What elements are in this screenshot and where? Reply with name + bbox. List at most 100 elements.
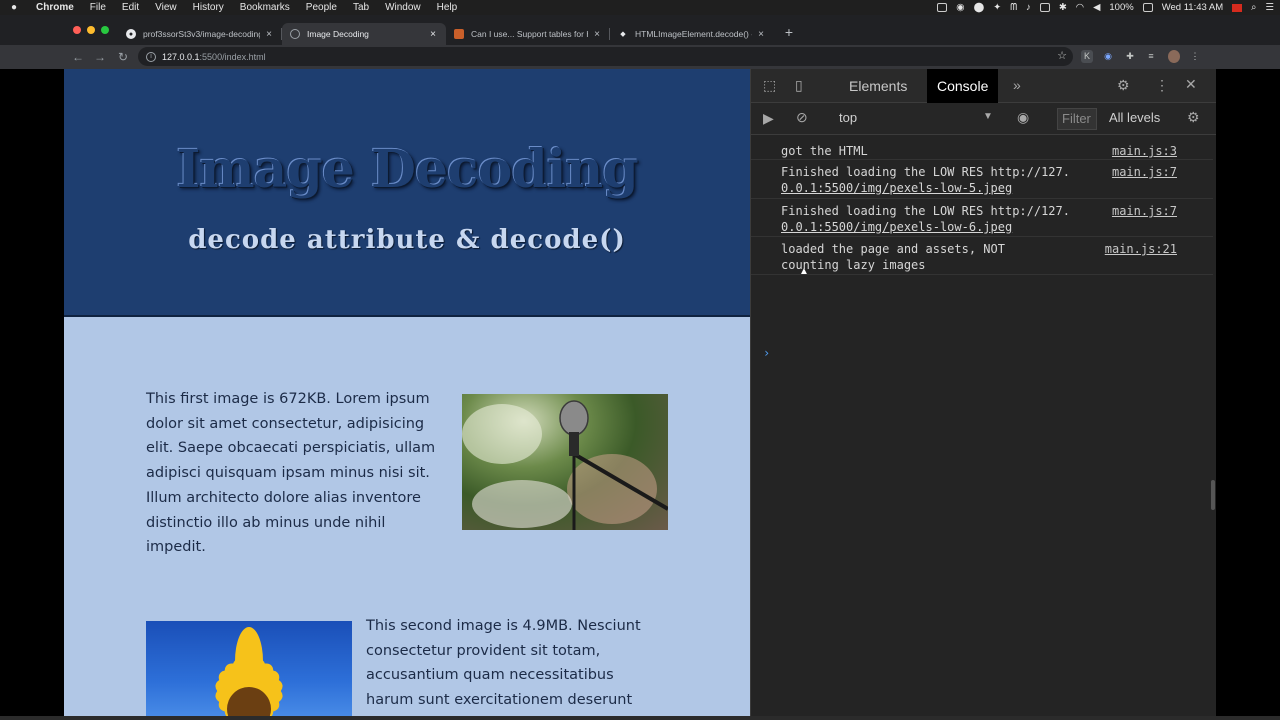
battery-percent[interactable]: 100% (1109, 2, 1133, 13)
console-message-text: got the HTML (781, 144, 868, 158)
music-icon[interactable]: ♪ (1026, 2, 1031, 13)
menu-people[interactable]: People (298, 2, 345, 13)
volume-icon[interactable]: ◀ (1093, 2, 1100, 13)
forward-icon[interactable]: → (92, 48, 108, 66)
paragraph-line: adipisci quisquam ipsam minus nisi sit. (146, 465, 430, 482)
microphone-illustration (462, 400, 668, 530)
settings-gear-icon[interactable]: ⚙ (1117, 77, 1130, 94)
close-icon[interactable]: ✕ (1185, 76, 1197, 93)
screen: ● Chrome File Edit View History Bookmark… (0, 0, 1280, 720)
console-message-text[interactable]: Finished loading the LOW RES http://127. (781, 164, 1070, 180)
console-message: got the HTML main.js:3 (751, 139, 1213, 160)
address-bar[interactable]: i 127.0.0.1:5500/index.html ☆ (138, 47, 1073, 66)
console-message: Finished loading the LOW RES http://127.… (751, 160, 1213, 199)
paw-icon[interactable]: ✦ (993, 2, 1001, 13)
console-message-text[interactable]: 0.0.1:5500/img/pexels-low-6.jpeg (781, 219, 1012, 235)
tab-close-icon[interactable]: × (428, 29, 438, 40)
tab-elements[interactable]: Elements (839, 69, 917, 103)
menu-edit[interactable]: Edit (114, 2, 147, 13)
menu-view[interactable]: View (147, 2, 185, 13)
tab-close-icon[interactable]: × (592, 29, 602, 40)
chevron-down-icon[interactable]: ▼ (983, 111, 993, 122)
menu-window[interactable]: Window (377, 2, 429, 13)
extension-blue-icon[interactable]: ◉ (1102, 50, 1114, 63)
menu-status-area: ◉ ⬤ ✦ ᗰ ♪ ✱ ◠ ◀ 100% Wed 11:43 AM ⌕ ☰ (928, 0, 1280, 15)
paragraph-line: This second image is 4.9MB. Nesciunt (366, 618, 641, 634)
tab-title: Can I use... Support tables for HTML5 (471, 29, 588, 39)
console-settings-icon[interactable]: ⚙ (1183, 109, 1200, 126)
extension-k-icon[interactable]: K (1081, 50, 1093, 63)
window-minimize-button[interactable] (87, 26, 95, 34)
malwarebytes-icon[interactable]: ᗰ (1010, 2, 1017, 13)
console-message: Finished loading the LOW RES http://127.… (751, 199, 1213, 237)
paragraph-line: distinctio illo ab minus unde nihil (146, 514, 386, 531)
extensions-puzzle-icon[interactable]: ✚ (1124, 50, 1136, 63)
globe-icon (290, 29, 300, 39)
shield-icon[interactable]: ◉ (956, 2, 964, 13)
playlist-icon[interactable]: ≡ (1145, 50, 1157, 63)
inspect-element-icon[interactable]: ⬚ (763, 77, 776, 94)
menu-file[interactable]: File (82, 2, 114, 13)
tab-github[interactable]: ● prof3ssorSt3v3/image-decoding × (118, 23, 282, 45)
notification-center-icon[interactable]: ☰ (1265, 2, 1274, 13)
clock[interactable]: Wed 11:43 AM (1162, 2, 1223, 13)
new-tab-button[interactable]: + (782, 23, 796, 41)
tab-close-icon[interactable]: × (756, 29, 766, 40)
console-message-text[interactable]: Finished loading the LOW RES http://127. (781, 203, 1070, 219)
console-scrollbar[interactable] (1211, 480, 1215, 510)
device-toolbar-icon[interactable]: ▯ (795, 77, 803, 94)
menu-tab[interactable]: Tab (345, 2, 377, 13)
tab-close-icon[interactable]: × (264, 29, 274, 40)
window-zoom-button[interactable] (101, 26, 109, 34)
tab-image-decoding[interactable]: Image Decoding × (282, 23, 446, 45)
page-viewport: Image Decoding decode attribute & decode… (64, 69, 750, 716)
more-tabs-icon[interactable]: » (1013, 77, 1021, 93)
airplay-icon[interactable] (1039, 3, 1050, 12)
filter-input[interactable]: Filter (1057, 108, 1097, 130)
location-icon[interactable]: ⬤ (974, 2, 985, 13)
console-prompt-chevron-icon[interactable]: › (763, 346, 770, 360)
bookmark-star-icon[interactable]: ☆ (1057, 49, 1067, 62)
paragraph-line: consectetur provident sit totam, (366, 642, 601, 659)
reload-icon[interactable]: ↻ (115, 48, 131, 66)
apple-icon[interactable]: ● (0, 2, 28, 13)
paragraph-line: impedit. (146, 539, 206, 556)
screen-record-icon[interactable] (937, 3, 948, 12)
battery-icon[interactable] (1142, 3, 1153, 12)
paragraph-line: This first image is 672KB. Lorem ipsum (146, 391, 430, 407)
console-source-link[interactable]: main.js:21 (1100, 241, 1177, 257)
menu-help[interactable]: Help (429, 2, 466, 13)
context-selector[interactable]: top (839, 110, 857, 125)
profile-avatar[interactable] (1168, 50, 1180, 63)
sidebar-toggle-icon[interactable]: ▶ (763, 110, 774, 127)
menu-bookmarks[interactable]: Bookmarks (232, 2, 298, 13)
eye-icon[interactable]: ◉ (1017, 109, 1029, 126)
input-source-flag-icon[interactable] (1232, 3, 1243, 12)
console-message-text[interactable]: 0.0.1:5500/img/pexels-low-5.jpeg (781, 180, 1012, 196)
tab-title: Image Decoding (307, 29, 369, 39)
tab-console[interactable]: Console (927, 69, 999, 103)
clear-console-icon[interactable]: ⊘ (796, 109, 808, 126)
caniuse-icon (454, 29, 464, 39)
first-paragraph: This first image is 672KB. Lorem ipsum d… (146, 387, 456, 560)
tab-caniuse[interactable]: Can I use... Support tables for HTML5 × (446, 23, 610, 45)
bluetooth-icon[interactable]: ✱ (1059, 2, 1067, 13)
tab-mdn[interactable]: ◆ HTMLImageElement.decode() - × (610, 23, 774, 45)
console-source-link[interactable]: main.js:7 (1107, 203, 1177, 219)
mdn-icon: ◆ (620, 31, 626, 38)
sunflower-image (146, 621, 352, 716)
console-source-link[interactable]: main.js:3 (1107, 143, 1177, 159)
console-source-link[interactable]: main.js:7 (1107, 164, 1177, 180)
back-icon[interactable]: ← (70, 48, 86, 66)
paragraph-line: accusantium quam necessitatibus (366, 667, 614, 684)
info-icon[interactable]: i (146, 51, 156, 62)
second-paragraph: This second image is 4.9MB. Nesciunt con… (366, 614, 666, 713)
menu-history[interactable]: History (185, 2, 232, 13)
log-levels-dropdown[interactable]: All levels (1109, 110, 1160, 125)
devtools-menu-icon[interactable]: ⋮ (1155, 77, 1169, 94)
wifi-icon[interactable]: ◠ (1076, 2, 1084, 13)
spotlight-icon[interactable]: ⌕ (1251, 2, 1256, 13)
window-close-button[interactable] (73, 26, 81, 34)
chrome-menu-icon[interactable]: ⋮ (1189, 50, 1201, 63)
menu-app-name[interactable]: Chrome (28, 2, 82, 13)
